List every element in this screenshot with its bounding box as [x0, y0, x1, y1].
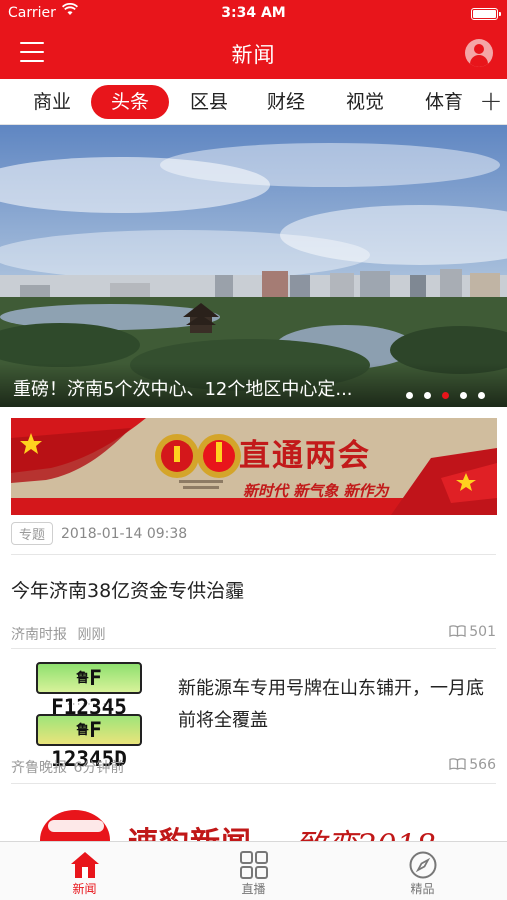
nav-bar: 新闻 [0, 27, 507, 79]
divider [11, 648, 496, 649]
page-title: 新闻 [231, 43, 276, 67]
hero-caption[interactable]: 重磅！济南5个次中心、12个地区中心定... [13, 375, 393, 401]
channel-tabs: 商业 头条 区县 财经 视觉 体育 + [0, 79, 507, 125]
tab-live-label: 直播 [241, 882, 266, 896]
read-count: 566 [449, 757, 496, 773]
article-time: 刚刚 [77, 627, 106, 643]
topic-meta: 专题 2018-01-14 09:38 [11, 522, 187, 546]
tab-business[interactable]: 商业 [20, 85, 84, 119]
read-count-value: 501 [469, 624, 496, 640]
preview-text: 致变2018 [295, 820, 436, 841]
article-source-row: 济南时报 刚刚 501 [11, 624, 496, 644]
grid-icon [240, 851, 268, 879]
tab-featured[interactable]: 精品 [338, 842, 507, 900]
tab-visual[interactable]: 视觉 [333, 85, 397, 119]
tab-live[interactable]: 直播 [169, 842, 338, 900]
tab-districts[interactable]: 区县 [177, 85, 241, 119]
article-source-row: 齐鲁晚报 6分钟前 566 [11, 757, 496, 777]
tab-finance[interactable]: 财经 [254, 85, 318, 119]
license-plate-image: 鲁F 12345D [36, 714, 142, 771]
article-title[interactable]: 今年济南38亿资金专供治霾 [11, 576, 244, 603]
topic-date: 2018-01-14 09:38 [61, 525, 188, 542]
divider [11, 554, 496, 555]
bottom-tab-bar: 新闻 直播 精品 [0, 841, 507, 900]
carousel-dot [478, 392, 485, 399]
battery-icon [471, 8, 501, 20]
book-icon [449, 625, 466, 637]
add-channel-icon[interactable]: + [475, 79, 507, 124]
carousel-dot [424, 392, 431, 399]
preview-text: 速豹新闻 [128, 818, 252, 841]
user-avatar-icon[interactable] [465, 39, 493, 67]
divider [11, 783, 496, 784]
license-plate-image: 鲁F F12345 [36, 662, 142, 719]
book-icon [449, 758, 466, 770]
status-bar: Carrier 3:34 AM [0, 0, 507, 27]
tab-news[interactable]: 新闻 [0, 842, 169, 900]
topic-tag: 专题 [11, 522, 54, 545]
article-thumbnail[interactable]: 鲁F F12345 · · · · · · · · · 鲁F 12345D [30, 658, 148, 771]
article-time: 6分钟前 [73, 760, 125, 776]
next-article-preview[interactable]: 速豹新闻 致变2018 [40, 806, 500, 841]
article-title[interactable]: 新能源车专用号牌在山东铺开，一月底前将全覆盖 [178, 673, 500, 737]
read-count-value: 566 [469, 757, 496, 773]
tab-news-label: 新闻 [72, 882, 97, 896]
article-source: 齐鲁晚报 [11, 760, 67, 776]
hero-carousel[interactable]: 重磅！济南5个次中心、12个地区中心定... [0, 125, 507, 407]
carousel-dot [460, 392, 467, 399]
tab-featured-label: 精品 [410, 882, 435, 896]
compass-icon [409, 851, 437, 879]
clock: 3:34 AM [221, 5, 286, 21]
banner-subtitle: 新时代 新气象 新作为 [243, 482, 389, 500]
read-count: 501 [449, 624, 496, 640]
carousel-dot [406, 392, 413, 399]
home-icon [71, 852, 99, 878]
carousel-dot-active [442, 392, 449, 399]
two-sessions-banner[interactable]: 直通两会 新时代 新气象 新作为 [11, 418, 497, 515]
article-source: 济南时报 [11, 627, 67, 643]
tab-headlines[interactable]: 头条 [91, 85, 169, 119]
carousel-indicator [395, 384, 485, 399]
banner-title: 直通两会 [239, 438, 371, 474]
